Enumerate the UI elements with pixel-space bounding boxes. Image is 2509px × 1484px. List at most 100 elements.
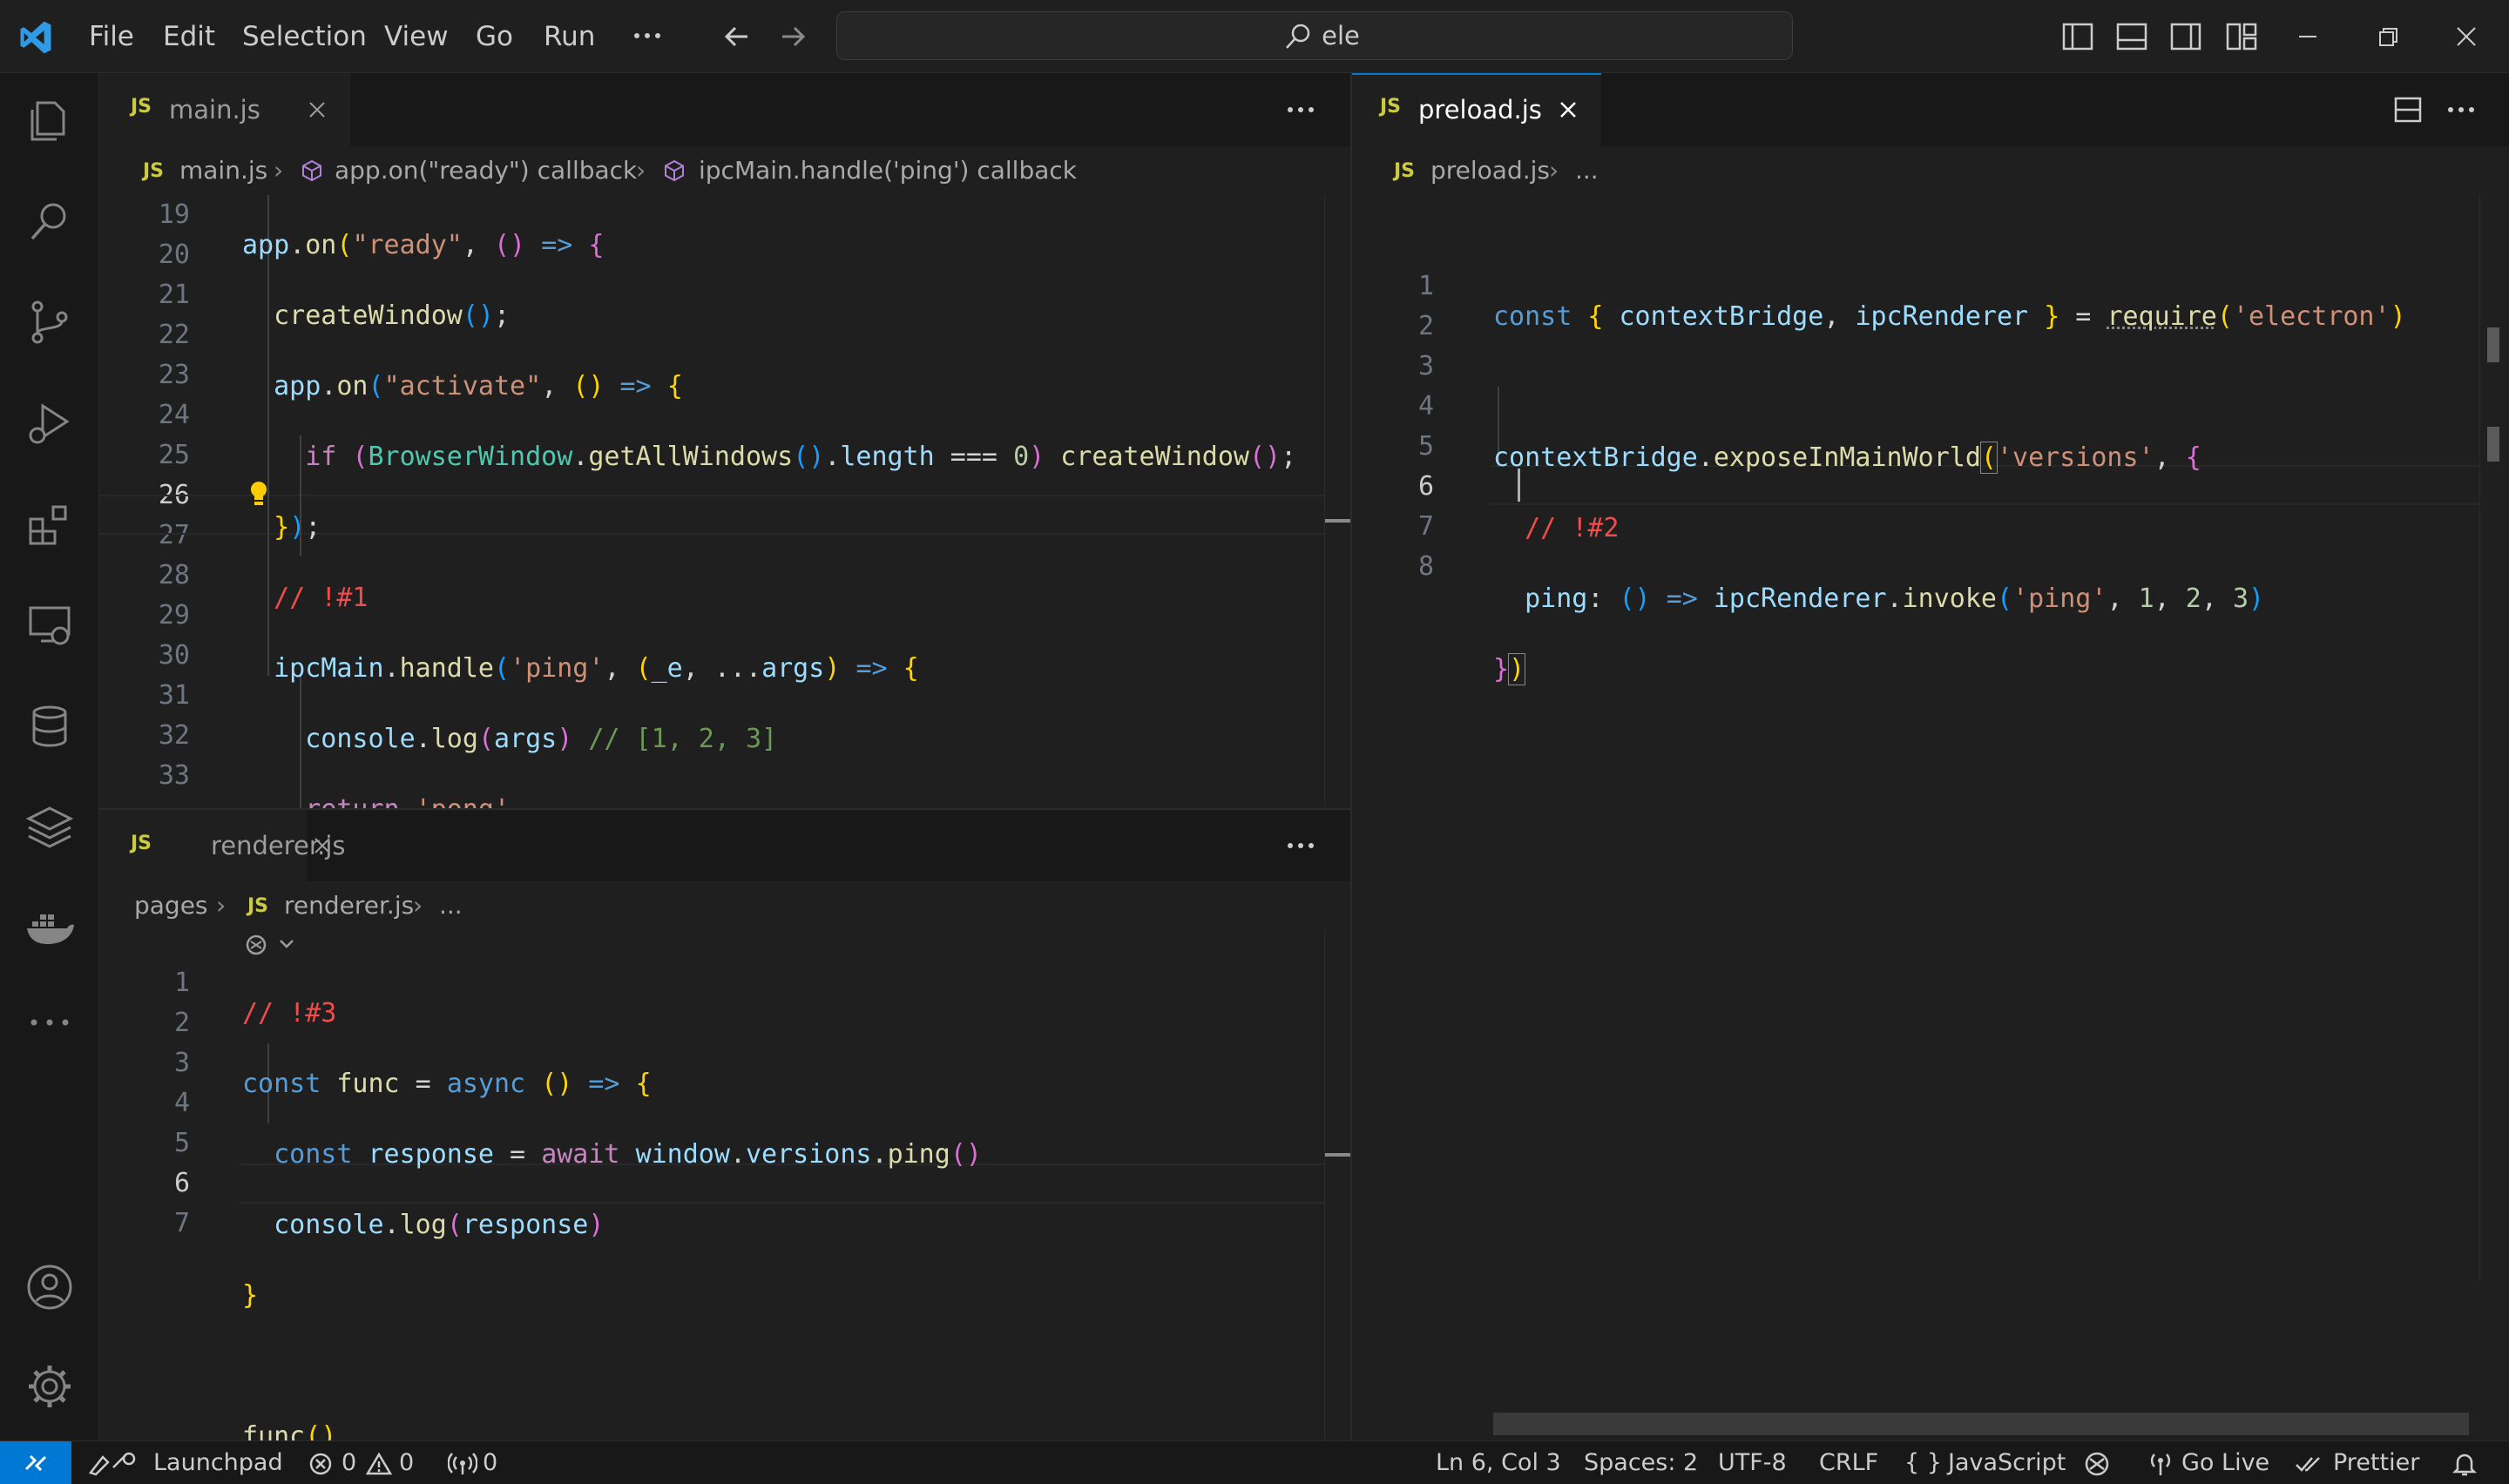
- line-number: 33: [158, 760, 190, 791]
- more-views-icon[interactable]: [24, 996, 76, 1049]
- remote-indicator-button[interactable]: [0, 1441, 71, 1484]
- editor-actions-more-icon[interactable]: [2446, 98, 2476, 122]
- go-live-button[interactable]: Go Live: [2181, 1441, 2269, 1484]
- menu-run[interactable]: Run: [544, 0, 595, 73]
- line-number: 7: [173, 1208, 190, 1238]
- line-number: 3: [173, 1048, 190, 1078]
- prettier-status[interactable]: Prettier: [2333, 1441, 2419, 1484]
- title-bar: File Edit Selection View Go Run ele: [0, 0, 2509, 73]
- editor-actions-more-icon[interactable]: [1286, 98, 1315, 122]
- js-file-icon: JS: [131, 833, 152, 854]
- breadcrumb-symbol-handle[interactable]: ipcMain.handle('ping') callback: [699, 146, 1077, 195]
- settings-gear-icon[interactable]: [24, 1360, 76, 1413]
- docker-icon[interactable]: [24, 902, 76, 954]
- forward-arrow-icon[interactable]: [775, 21, 810, 52]
- language-mode[interactable]: JavaScript: [1948, 1441, 2066, 1484]
- ports-count[interactable]: 0: [483, 1441, 497, 1484]
- restore-icon[interactable]: [2375, 24, 2401, 51]
- breadcrumb-file[interactable]: preload.js: [1430, 146, 1550, 195]
- remote-explorer-icon[interactable]: [24, 599, 76, 651]
- line-number-active: 6: [173, 1168, 190, 1198]
- breadcrumb-separator: ›: [216, 891, 227, 920]
- end-of-line[interactable]: CRLF: [1819, 1441, 1878, 1484]
- close-tab-icon[interactable]: [312, 835, 333, 856]
- breadcrumb: JS main.js › app.on("ready") callback › …: [99, 146, 1350, 195]
- line-number: 7: [1417, 511, 1434, 542]
- source-control-icon[interactable]: [24, 296, 76, 348]
- run-debug-icon[interactable]: [24, 397, 76, 449]
- back-arrow-icon[interactable]: [720, 21, 754, 52]
- breadcrumb-file[interactable]: main.js: [179, 146, 267, 195]
- double-check-icon: [2295, 1450, 2323, 1478]
- braces-icon: { }: [1904, 1449, 1942, 1476]
- line-number: 23: [158, 360, 190, 390]
- close-tab-icon[interactable]: [1558, 99, 1579, 120]
- vertical-scrollbar[interactable]: [1324, 195, 1351, 806]
- status-bar: Launchpad 0 0 0 Ln 6, Col 3 Spaces: 2 UT…: [0, 1440, 2509, 1484]
- tab-preload-js-active[interactable]: JS preload.js: [1352, 73, 1601, 146]
- extensions-icon[interactable]: [24, 498, 76, 550]
- customize-layout-icon[interactable]: [2225, 21, 2258, 52]
- notifications-bell-icon[interactable]: [2452, 1450, 2478, 1478]
- codeium-icon[interactable]: [2082, 1450, 2112, 1478]
- more-menu-icon[interactable]: [632, 23, 662, 49]
- line-number: 2: [1417, 311, 1434, 341]
- vertical-scrollbar[interactable]: [2479, 195, 2509, 1282]
- split-editor-icon[interactable]: [2392, 94, 2424, 125]
- toggle-secondary-sidebar-icon[interactable]: [2169, 21, 2202, 52]
- encoding[interactable]: UTF-8: [1718, 1441, 1787, 1484]
- line-number: 30: [158, 640, 190, 671]
- breadcrumb-symbol-ready[interactable]: app.on("ready") callback: [335, 146, 637, 195]
- menu-selection[interactable]: Selection: [242, 0, 367, 73]
- line-numbers-right: 1 2 3 4 5 6 7 8: [1350, 266, 1434, 587]
- indentation[interactable]: Spaces: 2: [1584, 1441, 1698, 1484]
- close-tab-icon[interactable]: [307, 99, 328, 120]
- search-view-icon[interactable]: [24, 195, 76, 247]
- toggle-panel-icon[interactable]: [2115, 21, 2148, 52]
- code-area[interactable]: // !#3 const func = async () => { const …: [242, 963, 982, 1484]
- tab-bar: JS main.js: [99, 73, 1350, 146]
- line-number: 32: [158, 720, 190, 751]
- codelens-icon[interactable]: [244, 932, 298, 958]
- scrollbar-thumb[interactable]: [2487, 327, 2499, 362]
- menu-go[interactable]: Go: [476, 0, 513, 73]
- close-window-icon[interactable]: [2453, 24, 2479, 50]
- symbol-method-icon: [662, 159, 686, 183]
- js-file-icon: JS: [1394, 160, 1416, 182]
- line-number: 24: [158, 400, 190, 430]
- breadcrumb-folder[interactable]: pages: [134, 881, 208, 930]
- menu-file[interactable]: File: [89, 0, 134, 73]
- breadcrumb-more[interactable]: ...: [1575, 146, 1599, 195]
- ports-broadcast-icon: [448, 1452, 477, 1476]
- launchpad-status[interactable]: Launchpad: [153, 1441, 283, 1484]
- menu-edit[interactable]: Edit: [163, 0, 215, 73]
- editor-group-main: JS main.js JS main.js › app.on("ready") …: [99, 73, 1351, 1248]
- search-value: ele: [1322, 21, 1360, 51]
- warning-count[interactable]: 0: [399, 1441, 414, 1484]
- tab-label: preload.js: [1418, 95, 1542, 125]
- breadcrumb-more[interactable]: ...: [439, 881, 463, 930]
- tab-bar: JS renderer.js: [99, 810, 1350, 881]
- tab-main-js[interactable]: JS main.js: [99, 73, 350, 146]
- explorer-icon[interactable]: [24, 94, 76, 146]
- toggle-primary-sidebar-icon[interactable]: [2061, 21, 2094, 52]
- breadcrumb-file[interactable]: renderer.js: [284, 881, 414, 930]
- accounts-icon[interactable]: [24, 1261, 76, 1313]
- vertical-scrollbar[interactable]: [1324, 930, 1351, 1442]
- cursor-position[interactable]: Ln 6, Col 3: [1436, 1441, 1561, 1484]
- code-area[interactable]: const { contextBridge, ipcRenderer } = r…: [1493, 266, 2406, 892]
- editor-actions-more-icon[interactable]: [1286, 833, 1315, 858]
- breadcrumb-separator: ›: [1549, 156, 1559, 185]
- tab-renderer-js[interactable]: JS renderer.js: [99, 810, 346, 881]
- editor-group-preload: JS preload.js JS preload.js › ... 1 2 3 …: [1352, 73, 2509, 1440]
- database-icon[interactable]: [24, 700, 76, 752]
- line-number: 5: [173, 1128, 190, 1158]
- command-center-search[interactable]: ele: [836, 11, 1793, 60]
- menu-view[interactable]: View: [384, 0, 449, 73]
- minimize-icon[interactable]: [2295, 26, 2321, 47]
- js-file-icon: JS: [1380, 96, 1402, 118]
- breadcrumb-separator: ›: [636, 156, 646, 185]
- layers-icon[interactable]: [24, 801, 76, 853]
- horizontal-scrollbar-thumb[interactable]: [1493, 1413, 2469, 1435]
- error-count[interactable]: 0: [342, 1441, 356, 1484]
